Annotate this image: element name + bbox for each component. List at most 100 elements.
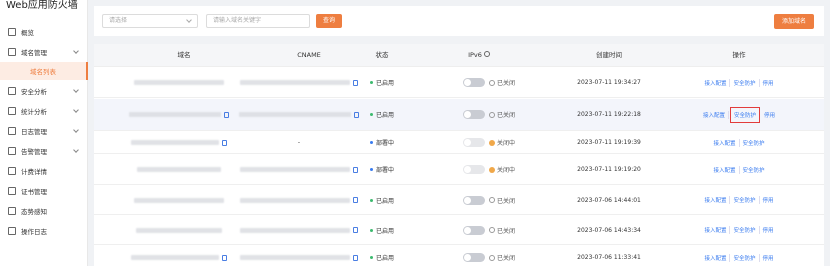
sidebar: Web应用防火墙 概览 域名管理 域名列表 安全分析 统计分析 日志管理 告警管… [0, 0, 88, 266]
table-row: 已启用 已关闭 2023-07-06 11:33:41 接入配置 安全防护 停用 [94, 246, 824, 266]
analysis-icon [8, 87, 16, 95]
chevron-up-icon [73, 48, 79, 54]
ipv6-toggle[interactable] [462, 225, 485, 235]
sidebar-item-domain-list[interactable]: 域名列表 [0, 62, 88, 80]
sidebar-item-overview[interactable]: 概览 [0, 23, 88, 41]
disable-link[interactable]: 停用 [760, 79, 777, 87]
disable-link[interactable]: 停用 [760, 226, 777, 234]
ipv6-status-icon [488, 111, 495, 118]
main-content: 请选择 请输入域名关键字 查询 添加域名 域名 CNAME 状态 IPv6 创建… [88, 0, 830, 266]
access-config-link[interactable]: 接入配置 [710, 165, 740, 174]
security-protection-link[interactable]: 安全防护 [730, 253, 760, 262]
status-cell: 已启用 [352, 246, 412, 266]
domain-redacted [137, 167, 221, 172]
chevron-down-icon [73, 147, 79, 153]
access-config-link[interactable]: 接入配置 [701, 253, 731, 262]
domain-redacted [136, 227, 222, 233]
access-config-link[interactable]: 接入配置 [701, 226, 731, 234]
ipv6-toggle[interactable] [462, 78, 485, 87]
ipv6-cell: 关闭中 [449, 132, 529, 153]
access-config-link[interactable]: 接入配置 [701, 196, 731, 204]
ipv6-cell: 已关闭 [449, 186, 529, 214]
access-config-link[interactable]: 接入配置 [710, 138, 740, 147]
overview-icon [8, 28, 16, 36]
ops-cell: 接入配置 安全防护 停用 [684, 68, 794, 97]
status-dot [369, 256, 373, 259]
sidebar-item-label: 概览 [21, 29, 34, 37]
domain-redacted [131, 140, 219, 145]
access-config-link[interactable]: 接入配置 [701, 78, 731, 87]
app-brand: Web应用防火墙 [6, 0, 78, 11]
ipv6-status-text: 已关闭 [496, 255, 515, 262]
created-cell: 2023-07-11 19:22:18 [577, 111, 641, 118]
ipv6-status-text: 已关闭 [496, 197, 515, 205]
table-row: 已启用 已关闭 2023-07-06 14:44:01 接入配置 安全防护 停用 [94, 186, 824, 215]
billing-icon [8, 167, 16, 175]
disable-link[interactable]: 停用 [760, 254, 777, 262]
sidebar-item-domain-management[interactable]: 域名管理 [0, 43, 88, 61]
ipv6-toggle[interactable] [462, 253, 485, 262]
status-text: 已启用 [375, 80, 394, 87]
ipv6-status-icon [488, 139, 495, 146]
domain-table: 域名 CNAME 状态 IPv6 创建时间 操作 已启用 已关闭 2023-07… [94, 44, 824, 266]
cert-icon [8, 187, 16, 195]
ipv6-cell: 关闭中 [449, 155, 529, 184]
sidebar-item-billing[interactable]: 计费详情 [0, 162, 88, 180]
sidebar-item-logs[interactable]: 日志管理 [0, 122, 88, 140]
disable-link[interactable]: 停用 [761, 111, 778, 119]
sidebar-item-label: 证书管理 [21, 188, 47, 196]
access-config-link[interactable]: 接入配置 [700, 110, 729, 119]
status-cell: 已启用 [352, 68, 412, 97]
security-protection-link[interactable]: 安全防护 [730, 226, 760, 234]
filter-bar: 请选择 请输入域名关键字 查询 添加域名 [94, 6, 824, 36]
ipv6-cell: 已关闭 [449, 246, 529, 266]
add-domain-button[interactable]: 添加域名 [774, 14, 814, 29]
sidebar-item-operation-log[interactable]: 操作日志 [0, 222, 88, 240]
security-protection-link[interactable]: 安全防护 [740, 166, 768, 174]
ipv6-toggle[interactable] [462, 110, 485, 119]
ops-cell: 接入配置 安全防护 [684, 132, 794, 153]
log-icon [8, 127, 16, 135]
status-text: 部署中 [375, 140, 394, 147]
status-text: 已启用 [375, 197, 394, 205]
ipv6-cell: 已关闭 [449, 68, 529, 97]
disable-link[interactable]: 停用 [760, 196, 777, 204]
ipv6-status-icon [488, 79, 495, 86]
status-dot [369, 141, 373, 144]
cname-redacted [240, 227, 350, 233]
sidebar-item-security-analysis[interactable]: 安全分析 [0, 82, 88, 100]
table-row: 部署中 关闭中 2023-07-11 19:19:20 接入配置 安全防护 [94, 155, 824, 185]
created-cell: 2023-07-11 19:19:20 [577, 166, 641, 173]
sidebar-item-statistics[interactable]: 统计分析 [0, 102, 88, 120]
oplog-icon [8, 227, 16, 235]
ipv6-cell: 已关闭 [449, 216, 529, 244]
security-protection-link[interactable]: 安全防护 [730, 196, 760, 204]
search-input[interactable]: 请输入域名关键字 [206, 14, 310, 28]
security-protection-link[interactable]: 安全防护 [730, 78, 760, 87]
search-button[interactable]: 查询 [316, 14, 342, 28]
filter-select[interactable]: 请选择 [102, 14, 198, 28]
status-text: 部署中 [375, 167, 394, 174]
sidebar-item-label: 日志管理 [21, 128, 47, 136]
table-header: 域名 CNAME 状态 IPv6 创建时间 操作 [94, 44, 824, 67]
ipv6-toggle[interactable] [462, 195, 485, 205]
security-protection-link[interactable]: 安全防护 [740, 139, 768, 147]
domain-redacted [134, 80, 224, 85]
sidebar-item-alarms[interactable]: 告警管理 [0, 142, 88, 160]
sidebar-item-label: 计费详情 [21, 168, 47, 176]
sidebar-item-certificates[interactable]: 证书管理 [0, 182, 88, 200]
header-created: 创建时间 [596, 51, 622, 59]
sidebar-item-situation[interactable]: 态势感知 [0, 202, 88, 220]
ipv6-toggle[interactable] [462, 138, 485, 147]
ipv6-toggle[interactable] [462, 165, 485, 174]
status-cell: 部署中 [352, 155, 412, 184]
table-row: 已启用 已关闭 2023-07-06 14:43:34 接入配置 安全防护 停用 [94, 216, 824, 245]
sidebar-item-label: 域名列表 [30, 68, 56, 76]
security-protection-link[interactable]: 安全防护 [729, 106, 760, 123]
ops-cell: 接入配置 安全防护 停用 [684, 99, 794, 130]
alarm-icon [8, 147, 16, 155]
cname-redacted [240, 80, 350, 85]
select-placeholder: 请选择 [109, 17, 128, 24]
info-icon[interactable] [483, 51, 490, 57]
ipv6-status-text: 已关闭 [496, 227, 515, 235]
